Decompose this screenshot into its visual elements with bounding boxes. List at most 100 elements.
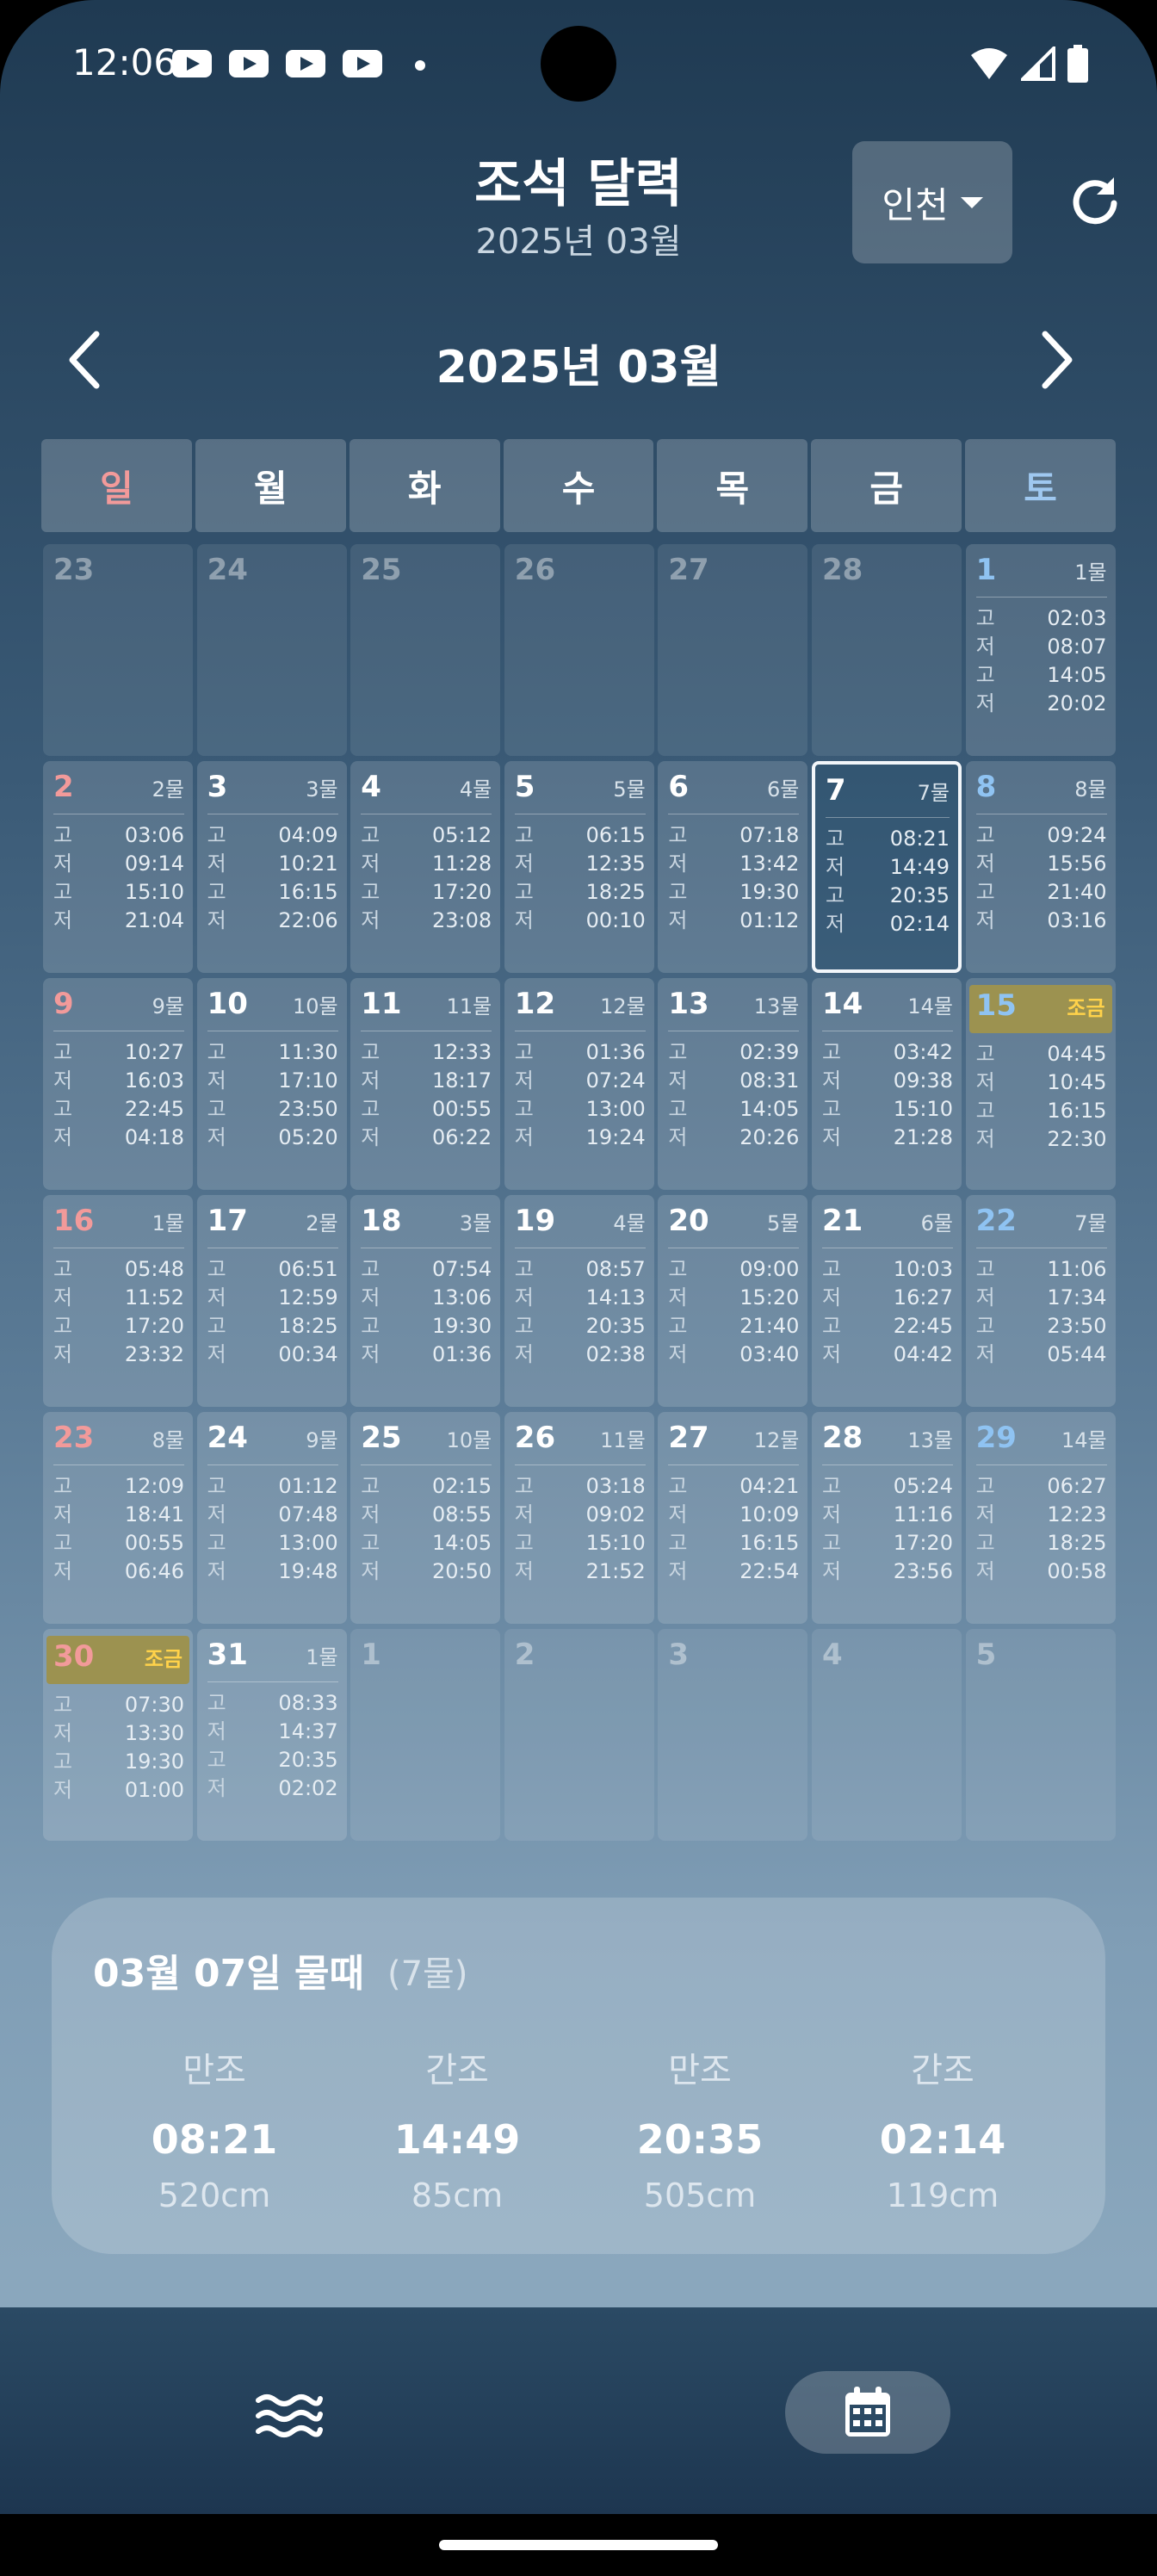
calendar-day-cell[interactable]: 10 10물 고 11:30 저 17:10 고 23:50 저 05:20 [196,978,347,1190]
calendar-day-cell: 28 [811,544,962,756]
tide-list: 고 05:48 저 11:52 고 17:20 저 23:32 [53,1255,184,1369]
weekday-fri: 금 [811,439,962,532]
home-indicator[interactable] [439,2540,718,2550]
tide-time: 01:12 [739,908,800,932]
tide-kind-label: 저 [975,1070,995,1094]
tide-kind-label: 저 [668,1342,688,1366]
tide-time: 02:14 [889,912,950,936]
calendar-day-cell[interactable]: 13 13물 고 02:39 저 08:31 고 14:05 저 20:26 [658,978,808,1190]
calendar-day-cell[interactable]: 22 7물 고 11:06 저 17:34 고 23:50 저 05:44 [965,1195,1116,1407]
calendar-day-cell[interactable]: 17 2물 고 06:51 저 12:59 고 18:25 저 00:34 [196,1195,347,1407]
calendar-day-cell[interactable]: 8 8물 고 09:24 저 15:56 고 21:40 저 03:16 [965,761,1116,973]
tide-time: 14:13 [585,1285,646,1310]
calendar-day-cell[interactable]: 15 조금 고 04:45 저 10:45 고 16:15 저 22:30 [965,978,1116,1190]
calendar-day-cell[interactable]: 16 1물 고 05:48 저 11:52 고 17:20 저 23:32 [43,1195,193,1407]
calendar-day-cell[interactable]: 6 6물 고 07:18 저 13:42 고 19:30 저 01:12 [658,761,808,973]
calendar-day-cell[interactable]: 2 2물 고 03:06 저 09:14 고 15:10 저 21:04 [43,761,193,973]
day-number: 21 [821,1204,863,1238]
tide-time: 08:31 [739,1068,800,1093]
calendar-day-cell[interactable]: 26 11물 고 03:18 저 09:02 고 15:10 저 21:52 [504,1412,654,1624]
tide-kind-label: 저 [361,1125,381,1149]
calendar-day-cell[interactable]: 30 조금 고 07:30 저 13:30 고 19:30 저 01:00 [43,1629,193,1841]
calendar-day-cell[interactable]: 24 9물 고 01:12 저 07:48 고 13:00 저 19:48 [196,1412,347,1624]
more-notifications-dot-icon [415,60,425,71]
tide-time: 01:00 [124,1778,184,1802]
next-month-chevron-icon[interactable] [1031,329,1080,391]
tide-time: 20:35 [636,2116,764,2163]
tide-row: 고 02:15 [361,1472,492,1501]
calendar-day-cell[interactable]: 1 1물 고 02:03 저 08:07 고 14:05 저 20:02 [965,544,1116,756]
region-dropdown[interactable]: 인천 [852,141,1012,263]
day-number: 3 [668,1638,690,1672]
tide-time: 22:45 [893,1314,953,1338]
tide-kind-label: 고 [207,1314,226,1338]
detail-mul-label: (7물) [387,1954,468,1994]
calendar-tab-button[interactable] [785,2371,950,2454]
tide-row: 저 09:38 [822,1067,953,1095]
tide-list: 고 09:24 저 15:56 고 21:40 저 03:16 [976,821,1107,935]
tide-list: 고 10:03 저 16:27 고 22:45 저 04:42 [822,1255,953,1369]
tide-kind-label: 저 [975,1127,995,1151]
calendar-day-cell-selected[interactable]: 7 7물 고 08:21 저 14:49 고 20:35 저 02:14 [811,761,962,973]
tide-waves-icon[interactable] [255,2390,324,2442]
calendar-day-cell[interactable]: 18 3물 고 07:54 저 13:06 고 19:30 저 01:36 [350,1195,501,1407]
calendar-day-cell[interactable]: 12 12물 고 01:36 저 07:24 고 13:00 저 19:24 [504,978,654,1190]
day-number: 16 [53,1204,95,1238]
tide-row: 고 10:27 [53,1038,184,1067]
calendar-day-cell[interactable]: 19 4물 고 08:57 저 14:13 고 20:35 저 02:38 [504,1195,654,1407]
tide-list: 고 03:06 저 09:14 고 15:10 저 21:04 [53,821,184,935]
calendar-day-cell[interactable]: 4 4물 고 05:12 저 11:28 고 17:20 저 23:08 [350,761,501,973]
tide-row: 저 15:56 [976,850,1107,878]
calendar-day-cell[interactable]: 31 1물 고 08:33 저 14:37 고 20:35 저 02:02 [196,1629,347,1841]
tide-time: 06:46 [124,1559,184,1583]
day-number: 23 [53,553,95,587]
day-number: 30 [53,1639,95,1674]
tide-row: 고 20:35 [515,1312,646,1341]
mul-label: 1물 [1074,560,1107,585]
day-cell-header: 8 8물 [975,770,1107,814]
tide-row: 고 01:12 [207,1472,338,1501]
calendar-day-cell[interactable]: 28 13물 고 05:24 저 11:16 고 17:20 저 23:56 [811,1412,962,1624]
day-cell-header: 15 조금 [968,985,1112,1033]
tide-time: 19:30 [432,1314,492,1338]
calendar-day-cell: 27 [658,544,808,756]
calendar-day-cell[interactable]: 27 12물 고 04:21 저 10:09 고 16:15 저 22:54 [658,1412,808,1624]
calendar-day-cell[interactable]: 5 5물 고 06:15 저 12:35 고 18:25 저 00:10 [504,761,654,973]
tide-time: 23:50 [1047,1314,1107,1338]
tide-row: 저 03:40 [668,1341,799,1369]
day-number: 24 [207,553,248,587]
calendar-day-cell[interactable]: 14 14물 고 03:42 저 09:38 고 15:10 저 21:28 [811,978,962,1190]
calendar-day-cell[interactable]: 25 10물 고 02:15 저 08:55 고 14:05 저 20:50 [350,1412,501,1624]
mul-label: 3물 [306,777,338,802]
tide-kind-label: 고 [975,823,995,847]
app-screen: 12:06 조석 달력 2025년 03월 인천 2025년 03월 일 월 화… [0,0,1157,2576]
tide-list: 고 06:15 저 12:35 고 18:25 저 00:10 [515,821,646,935]
calendar-day-cell[interactable]: 3 3물 고 04:09 저 10:21 고 16:15 저 22:06 [196,761,347,973]
tide-kind-label: 고 [53,1474,73,1498]
mul-label: 2물 [152,777,184,802]
tide-list: 고 12:33 저 18:17 고 00:55 저 06:22 [361,1038,492,1152]
day-number: 4 [361,770,381,804]
tide-time: 07:48 [278,1502,338,1526]
calendar-day-cell[interactable]: 11 11물 고 12:33 저 18:17 고 00:55 저 06:22 [350,978,501,1190]
tide-row: 고 08:21 [826,825,950,853]
day-cell-header: 3 [668,1638,799,1682]
tide-kind-label: 고 [361,1314,381,1338]
tide-time: 03:16 [1047,908,1107,932]
tide-row: 저 13:06 [361,1284,492,1312]
tide-kind-label: 저 [668,1502,688,1526]
tide-kind-label: 저 [361,908,381,932]
refresh-icon[interactable] [1067,172,1123,227]
calendar-day-cell[interactable]: 9 9물 고 10:27 저 16:03 고 22:45 저 04:18 [43,978,193,1190]
tide-kind-label: 고 [361,823,381,847]
tide-row: 고 13:00 [515,1095,646,1124]
day-cell-header: 6 6물 [668,770,800,814]
calendar-day-cell[interactable]: 20 5물 고 09:00 저 15:20 고 21:40 저 03:40 [658,1195,808,1407]
tide-time: 04:21 [739,1474,800,1498]
tide-list: 고 08:57 저 14:13 고 20:35 저 02:38 [515,1255,646,1369]
calendar-day-cell[interactable]: 29 14물 고 06:27 저 12:23 고 18:25 저 00:58 [965,1412,1116,1624]
calendar-day-cell[interactable]: 21 6물 고 10:03 저 16:27 고 22:45 저 04:42 [811,1195,962,1407]
calendar-day-cell[interactable]: 23 8물 고 12:09 저 18:41 고 00:55 저 06:46 [43,1412,193,1624]
tide-list: 고 03:18 저 09:02 고 15:10 저 21:52 [515,1472,646,1586]
tide-time: 16:15 [739,1531,800,1555]
